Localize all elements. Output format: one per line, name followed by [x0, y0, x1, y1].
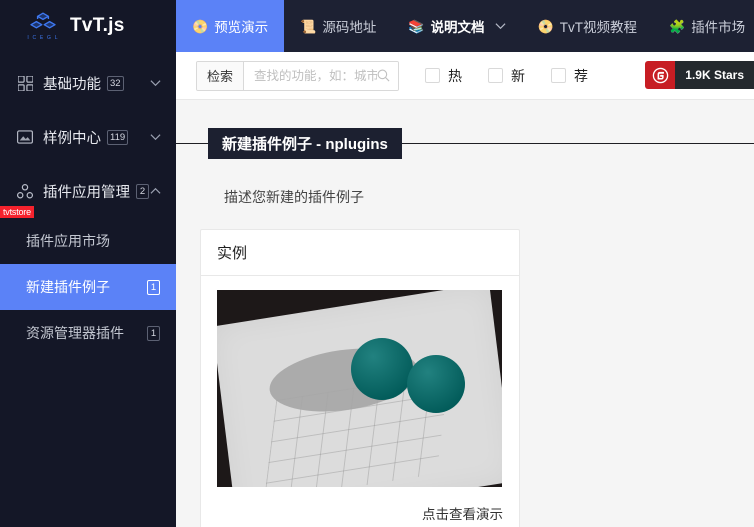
gitee-stars-badge[interactable]: 1.9K Stars	[645, 61, 754, 89]
cd-icon: 📀	[537, 18, 554, 34]
chevron-down-icon[interactable]	[148, 76, 162, 90]
sidebar-item-new-plugin-example[interactable]: 新建插件例子 1	[0, 264, 176, 310]
checkbox-box[interactable]	[488, 68, 504, 83]
app-root: I C E G L TvT.js 基础功能 32 样例中心 119 插件应用管理…	[0, 0, 754, 527]
sidebar: I C E G L TvT.js 基础功能 32 样例中心 119 插件应用管理…	[0, 0, 176, 527]
card-header-title: 实例	[201, 230, 519, 276]
nav-item-label: 插件市场	[691, 20, 746, 35]
checkbox-box[interactable]	[551, 68, 567, 83]
teal-sphere-right	[407, 355, 465, 413]
filter-checkboxes: 热 新 荐	[425, 66, 588, 86]
demo-thumbnail[interactable]	[217, 290, 502, 487]
search-input[interactable]	[254, 68, 378, 83]
search-field[interactable]	[244, 61, 399, 90]
view-demo-link[interactable]: 点击查看演示	[422, 507, 503, 522]
gitee-stars-count: 1.9K Stars	[675, 61, 754, 89]
checkbox-hot[interactable]: 热	[425, 66, 462, 86]
sidebar-group-count: 2	[136, 183, 149, 199]
books-icon: 📚	[408, 18, 425, 34]
sidebar-menu: 基础功能 32 样例中心 119 插件应用管理 2 tvtstore 插件应用市…	[0, 52, 176, 356]
sidebar-group-label: 基础功能	[43, 76, 101, 93]
sidebar-item-count: 1	[147, 279, 160, 295]
scroll-icon: 📜	[300, 18, 317, 34]
checkbox-label: 新	[511, 67, 526, 84]
checkbox-label: 荐	[574, 67, 589, 84]
brand[interactable]: I C E G L TvT.js	[0, 0, 176, 52]
sidebar-item-resource-manager-plugin[interactable]: 资源管理器插件 1	[0, 310, 176, 356]
card-body	[201, 276, 519, 495]
nav-item-preview-demo[interactable]: 📀 预览演示	[176, 0, 285, 52]
card-footer: 点击查看演示	[201, 495, 519, 527]
search-icon[interactable]	[377, 69, 390, 82]
main-area: 📀 预览演示 📜 源码地址 📚 说明文档 📀 TvT视频教程 🧩 插件市场 检索…	[176, 0, 754, 527]
sidebar-group-count: 119	[107, 129, 129, 145]
nav-item-label: 预览演示	[214, 20, 269, 35]
nav-item-label: TvT视频教程	[559, 20, 637, 35]
section-description: 描述您新建的插件例子	[224, 189, 364, 205]
chevron-down-icon[interactable]	[148, 130, 162, 144]
puzzle-icon: 🧩	[669, 18, 686, 34]
cd-icon: 📀	[192, 18, 209, 34]
divider-right	[401, 143, 754, 144]
nav-item-video-tutorial[interactable]: 📀 TvT视频教程	[522, 0, 653, 52]
example-card: 实例 点击查看演示	[200, 229, 520, 527]
sidebar-item-label: 新建插件例子	[26, 279, 110, 295]
content-area: 新建插件例子 - nplugins 描述您新建的插件例子 实例 点击查看演示	[176, 100, 754, 527]
sidebar-submenu-plugins: tvtstore 插件应用市场 新建插件例子 1 资源管理器插件 1	[0, 206, 176, 356]
sidebar-item-count: 1	[147, 325, 160, 341]
sidebar-group-basic[interactable]: 基础功能 32	[0, 56, 176, 110]
sidebar-item-label: 资源管理器插件	[26, 325, 124, 341]
checkbox-new[interactable]: 新	[488, 66, 525, 86]
toolbar: 检索 热 新	[176, 52, 754, 100]
tvtstore-tag: tvtstore	[0, 206, 34, 218]
nav-item-label: 源码地址	[322, 20, 377, 35]
nav-item-label: 说明文档	[430, 20, 485, 35]
checkbox-recommended[interactable]: 荐	[551, 66, 588, 86]
sidebar-item-label: 插件应用市场	[26, 233, 110, 249]
sidebar-item-plugin-market[interactable]: tvtstore 插件应用市场	[0, 206, 176, 264]
nav-item-documentation[interactable]: 📚 说明文档	[392, 0, 521, 52]
appstore-icon	[16, 74, 34, 92]
cube-logo-icon: I C E G L	[26, 9, 60, 43]
divider-left	[176, 143, 208, 144]
picture-icon	[16, 128, 34, 146]
search-group: 检索	[196, 60, 400, 91]
nav-item-plugin-market[interactable]: 🧩 插件市场	[653, 0, 754, 52]
sidebar-group-count: 32	[107, 75, 124, 91]
checkbox-box[interactable]	[425, 68, 441, 83]
cluster-icon	[16, 182, 34, 200]
nav-item-source-code[interactable]: 📜 源码地址	[284, 0, 392, 52]
section-title-row: 新建插件例子 - nplugins	[176, 128, 754, 159]
gitee-icon	[645, 61, 676, 89]
sidebar-group-label: 样例中心	[43, 130, 101, 147]
chevron-down-icon[interactable]	[495, 22, 506, 30]
logo-subtext: I C E G L	[27, 34, 59, 41]
page-title: 新建插件例子 - nplugins	[208, 128, 402, 159]
sidebar-group-label: 插件应用管理	[43, 184, 130, 201]
sidebar-group-samples[interactable]: 样例中心 119	[0, 110, 176, 164]
teal-sphere-left	[351, 338, 413, 400]
chevron-up-icon[interactable]	[149, 184, 162, 198]
checkbox-label: 热	[448, 67, 463, 84]
search-button[interactable]: 检索	[197, 61, 245, 90]
brand-title: TvT.js	[70, 15, 125, 36]
top-navbar: 📀 预览演示 📜 源码地址 📚 说明文档 📀 TvT视频教程 🧩 插件市场	[176, 0, 754, 52]
